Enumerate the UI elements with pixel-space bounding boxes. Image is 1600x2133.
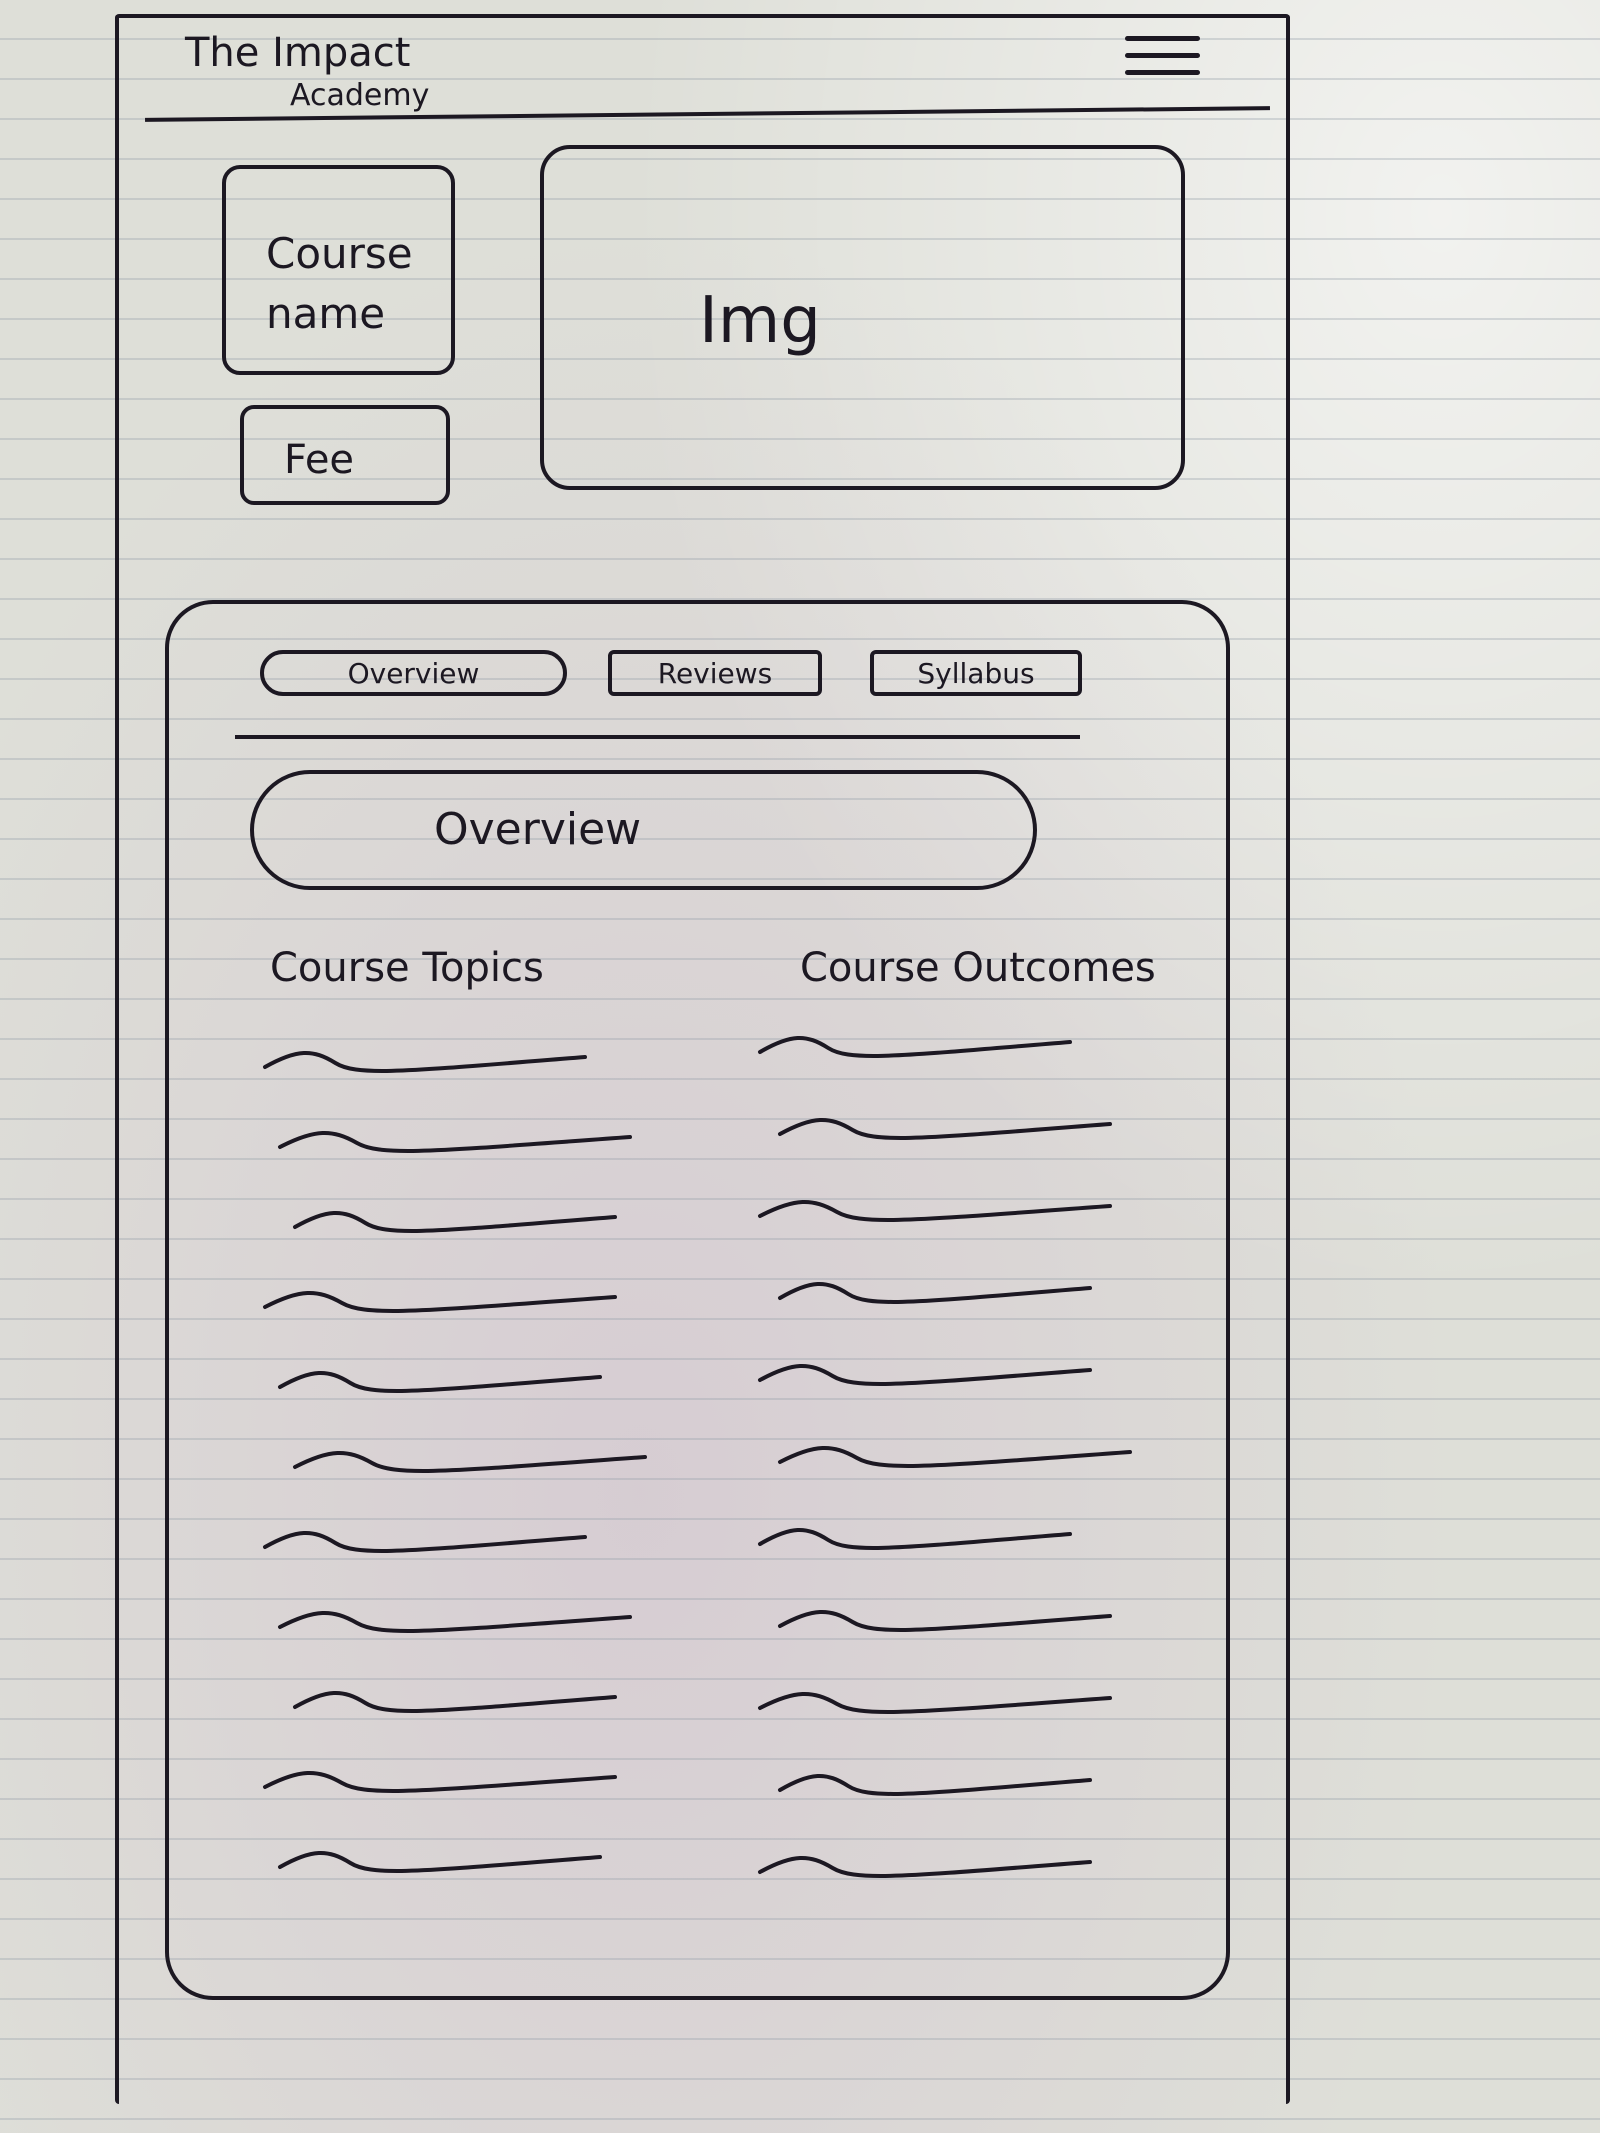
tab-reviews[interactable]: Reviews xyxy=(608,650,822,696)
outcome-placeholder-line xyxy=(758,1527,1072,1550)
outcome-placeholder-line xyxy=(778,1773,1092,1796)
app-title-subtitle: Academy xyxy=(290,78,430,113)
tab-overview[interactable]: Overview xyxy=(260,650,567,696)
outcome-placeholder-line xyxy=(778,1118,1112,1140)
tabs-divider xyxy=(235,735,1080,739)
topic-placeholder-line xyxy=(263,1530,587,1553)
outcome-placeholder-line xyxy=(778,1446,1132,1468)
app-title[interactable]: The Impact xyxy=(185,30,410,76)
topic-placeholder-line xyxy=(278,1850,602,1873)
outcome-placeholder-line xyxy=(778,1281,1092,1304)
topic-placeholder-line xyxy=(293,1690,617,1713)
course-image-placeholder: Img xyxy=(540,145,1185,490)
outcome-placeholder-line xyxy=(758,1856,1092,1878)
image-label: Img xyxy=(699,284,821,358)
outcome-placeholder-line xyxy=(758,1692,1112,1714)
tab-syllabus[interactable]: Syllabus xyxy=(870,650,1082,696)
course-name-box: Course name xyxy=(222,165,455,375)
topic-placeholder-line xyxy=(263,1771,617,1793)
outcome-placeholder-line xyxy=(758,1364,1092,1386)
fee-box: Fee xyxy=(240,405,450,505)
topic-placeholder-line xyxy=(293,1451,647,1473)
overview-banner: Overview xyxy=(250,770,1037,890)
overview-banner-label: Overview xyxy=(434,804,642,855)
hamburger-menu-icon[interactable] xyxy=(1125,36,1200,84)
fee-label: Fee xyxy=(284,437,355,483)
topic-placeholder-line xyxy=(278,1370,602,1393)
topic-placeholder-line xyxy=(278,1131,632,1153)
course-outcomes-heading: Course Outcomes xyxy=(800,945,1156,991)
course-name-label: Course name xyxy=(266,229,413,338)
course-topics-heading: Course Topics xyxy=(270,945,544,991)
topic-placeholder-line xyxy=(263,1291,617,1313)
outcome-placeholder-line xyxy=(758,1035,1072,1058)
outcome-placeholder-line xyxy=(758,1200,1112,1222)
topic-placeholder-line xyxy=(263,1050,587,1073)
topic-placeholder-line xyxy=(278,1611,632,1633)
topic-placeholder-line xyxy=(293,1210,617,1233)
outcome-placeholder-line xyxy=(778,1610,1112,1632)
